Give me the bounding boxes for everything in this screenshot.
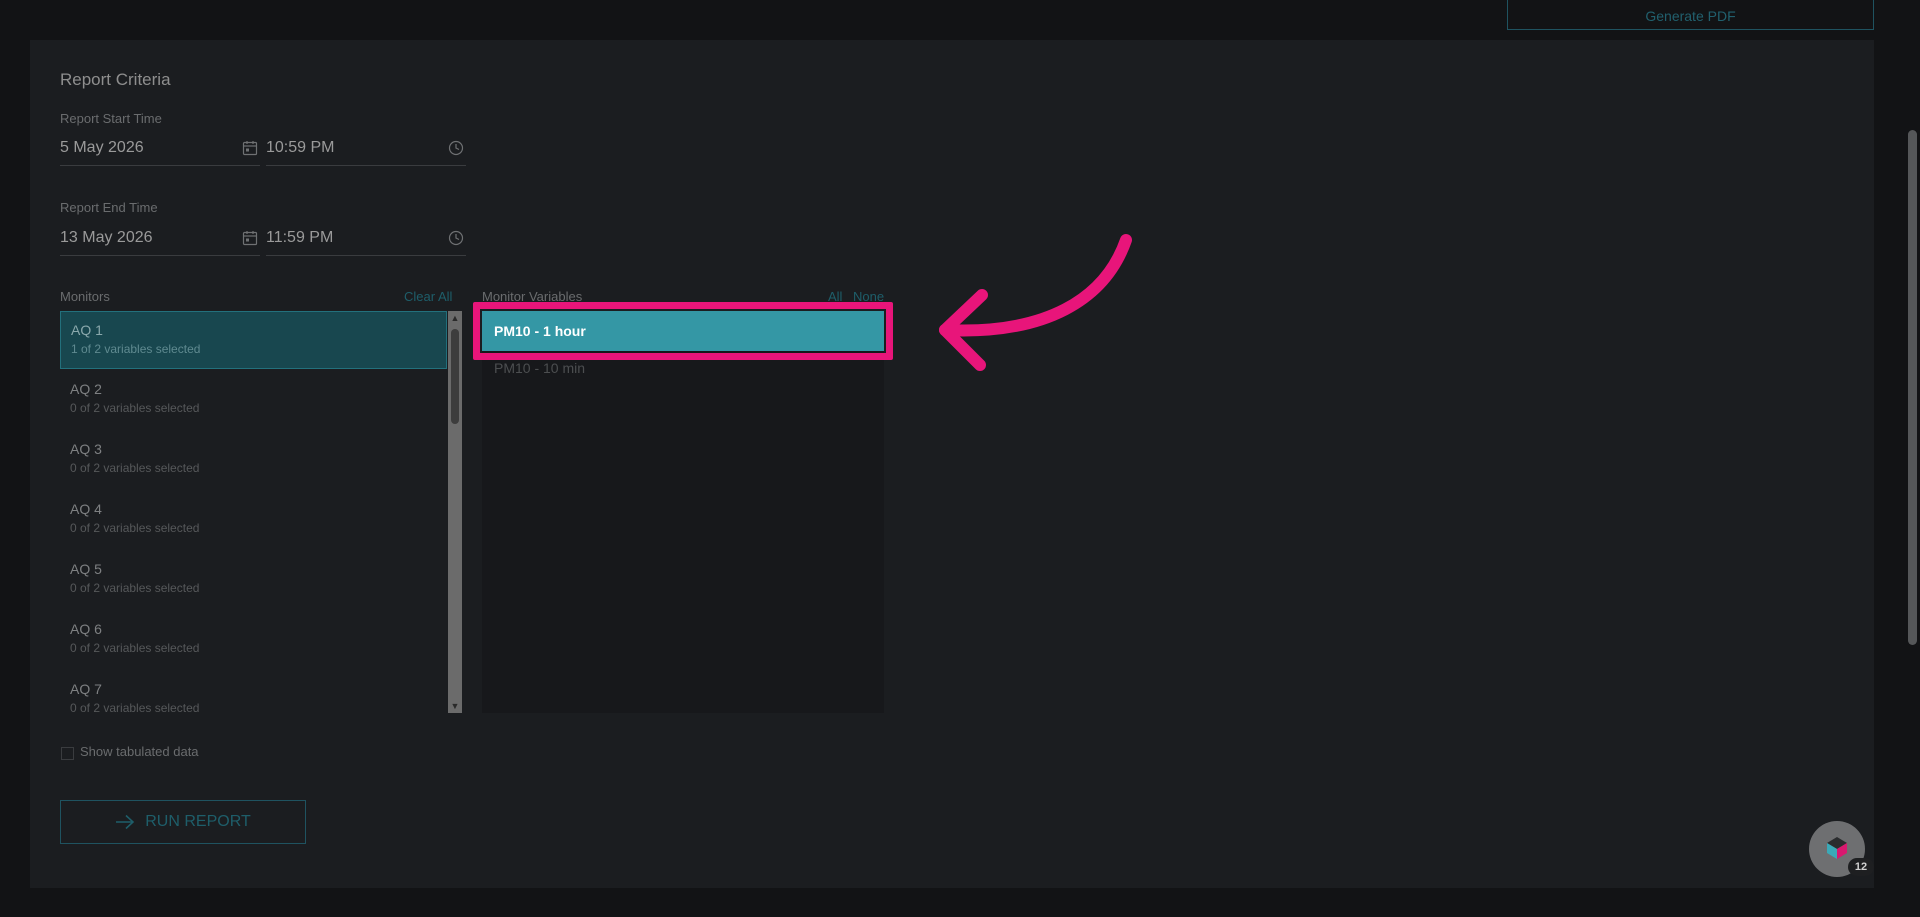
notification-badge: 12 (1848, 858, 1874, 876)
page-scrollbar[interactable] (1905, 0, 1920, 917)
monitor-list-scrollbar[interactable]: ▲ ▼ (448, 311, 462, 713)
start-time-value: 10:59 PM (266, 138, 335, 156)
page-title: Report Criteria (60, 70, 171, 89)
clear-all-link[interactable]: Clear All (404, 289, 452, 304)
run-report-button[interactable]: RUN REPORT (60, 800, 306, 844)
generate-pdf-button[interactable]: Generate PDF (1507, 0, 1874, 30)
end-time-label: Report End Time (60, 200, 158, 215)
monitor-status: 1 of 2 variables selected (71, 342, 201, 356)
monitor-item-aq7[interactable]: AQ 7 0 of 2 variables selected (60, 671, 447, 713)
clock-icon[interactable] (448, 140, 464, 156)
show-tabulated-checkbox[interactable] (61, 747, 74, 760)
pointer-arrow-icon (939, 234, 1132, 371)
monitor-name: AQ 5 (70, 561, 102, 577)
start-time-label: Report Start Time (60, 111, 162, 126)
end-date-value: 13 May 2026 (60, 228, 153, 246)
arrow-right-icon (116, 814, 135, 830)
monitor-status: 0 of 2 variables selected (70, 581, 200, 595)
end-date-field[interactable]: 13 May 2026 (60, 220, 260, 256)
monitor-item-aq6[interactable]: AQ 6 0 of 2 variables selected (60, 611, 447, 669)
app-logo-icon (1827, 837, 1847, 859)
monitor-name: AQ 2 (70, 381, 102, 397)
end-time-value: 11:59 PM (266, 228, 334, 246)
run-report-label: RUN REPORT (145, 813, 251, 830)
start-date-field[interactable]: 5 May 2026 (60, 130, 260, 166)
monitor-item-aq3[interactable]: AQ 3 0 of 2 variables selected (60, 431, 447, 489)
monitors-label: Monitors (60, 289, 110, 304)
calendar-icon[interactable] (242, 230, 258, 246)
scroll-down-icon[interactable]: ▼ (450, 701, 460, 711)
monitor-name: AQ 4 (70, 501, 102, 517)
show-tabulated-label: Show tabulated data (80, 744, 199, 759)
scroll-up-icon[interactable]: ▲ (450, 313, 460, 323)
monitor-name: AQ 3 (70, 441, 102, 457)
monitor-item-aq2[interactable]: AQ 2 0 of 2 variables selected (60, 371, 447, 429)
monitor-name: AQ 7 (70, 681, 102, 697)
monitor-name: AQ 1 (71, 322, 103, 338)
monitor-name: AQ 6 (70, 621, 102, 637)
monitor-list[interactable]: AQ 1 1 of 2 variables selected AQ 2 0 of… (60, 311, 462, 713)
start-date-value: 5 May 2026 (60, 138, 144, 156)
end-time-field[interactable]: 11:59 PM (266, 220, 466, 256)
monitor-status: 0 of 2 variables selected (70, 521, 200, 535)
monitor-status: 0 of 2 variables selected (70, 401, 200, 415)
calendar-icon[interactable] (242, 140, 258, 156)
monitor-status: 0 of 2 variables selected (70, 701, 200, 713)
highlight-box (473, 302, 893, 360)
start-time-field[interactable]: 10:59 PM (266, 130, 466, 166)
variable-item-pm10-10-min[interactable]: PM10 - 10 min (494, 360, 585, 376)
clock-icon[interactable] (448, 230, 464, 246)
monitor-status: 0 of 2 variables selected (70, 641, 200, 655)
monitor-item-aq1[interactable]: AQ 1 1 of 2 variables selected (60, 311, 447, 369)
scroll-thumb[interactable] (451, 329, 459, 424)
page-scroll-thumb[interactable] (1908, 130, 1917, 645)
monitor-status: 0 of 2 variables selected (70, 461, 200, 475)
monitor-item-aq5[interactable]: AQ 5 0 of 2 variables selected (60, 551, 447, 609)
monitor-item-aq4[interactable]: AQ 4 0 of 2 variables selected (60, 491, 447, 549)
